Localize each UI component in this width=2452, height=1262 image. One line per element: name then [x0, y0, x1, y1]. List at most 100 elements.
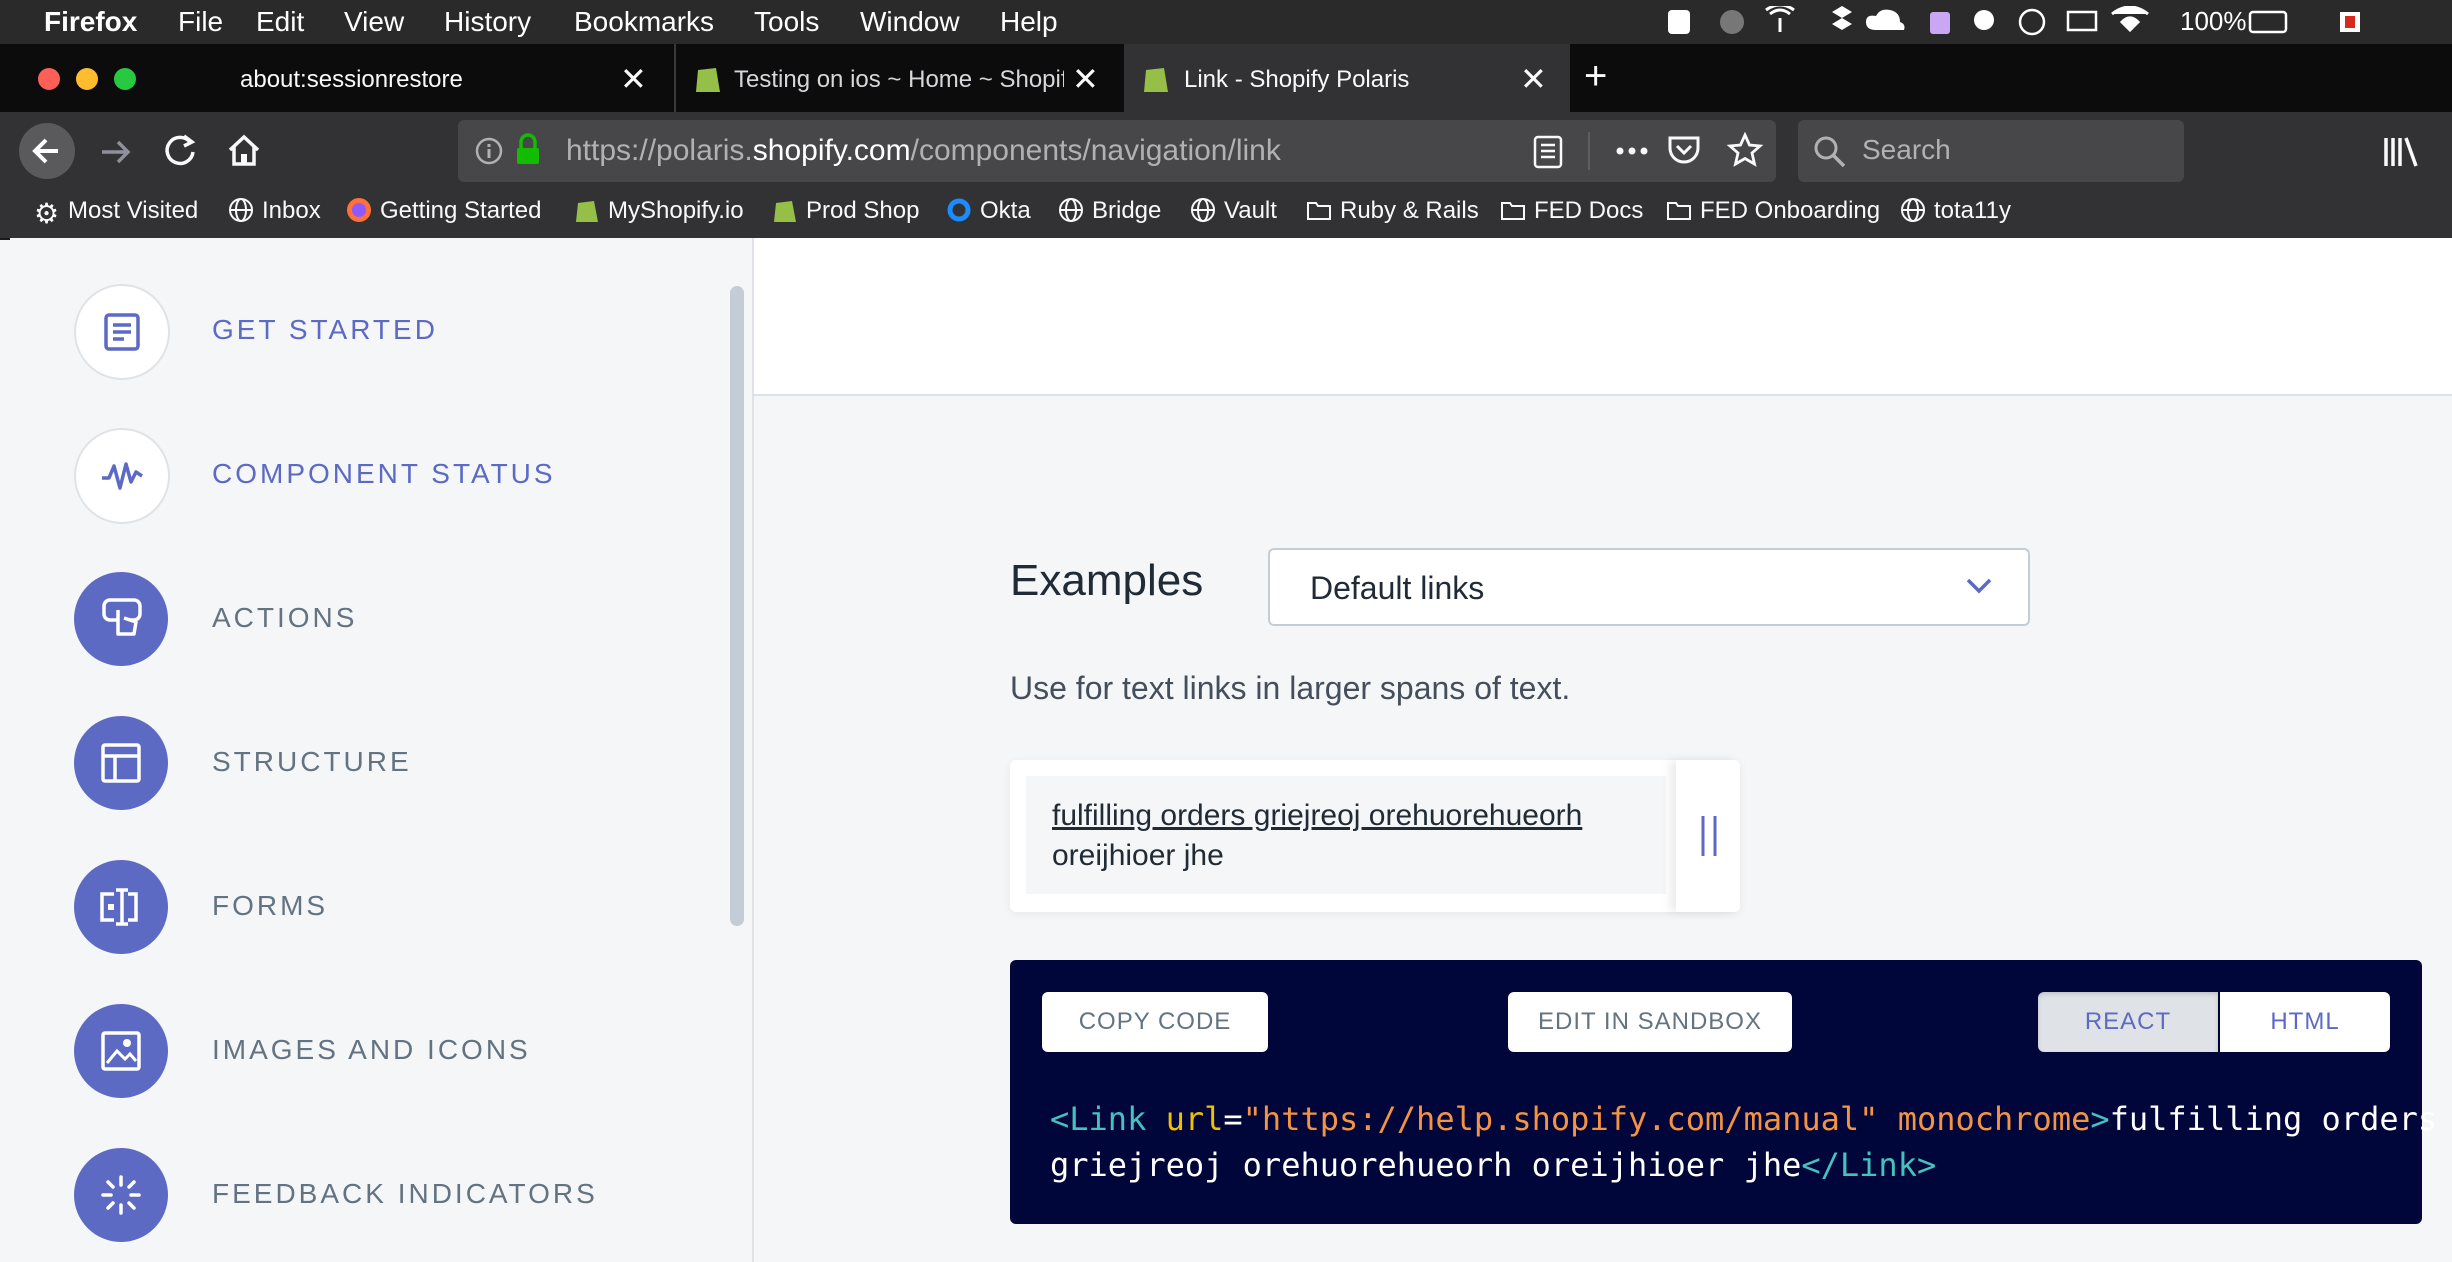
sidebar-item-forms[interactable]: FORMS — [74, 860, 694, 960]
tab-title: about:sessionrestore — [240, 66, 463, 93]
bookmark-label: Bridge — [1092, 197, 1162, 224]
globe-icon — [1191, 198, 1215, 222]
chevron-down-icon — [1966, 578, 1992, 594]
bookmark-inbox[interactable]: Inbox — [228, 197, 321, 225]
close-icon[interactable]: ✕ — [1072, 60, 1099, 98]
window-minimize-button[interactable] — [76, 68, 98, 90]
document-icon — [104, 313, 140, 351]
search-placeholder: Search — [1862, 134, 1951, 165]
menu-app-firefox[interactable]: Firefox — [44, 6, 137, 38]
sidebar-item-actions[interactable]: ACTIONS — [74, 572, 694, 672]
sidebar-item-label: ACTIONS — [212, 602, 358, 633]
bookmark-ruby-rails[interactable]: Ruby & Rails — [1306, 197, 1479, 225]
new-tab-plus-icon[interactable]: + — [1584, 54, 1607, 99]
sidebar-item-label: FEEDBACK INDICATORS — [212, 1178, 598, 1209]
tab-testing-on-ios[interactable]: Testing on ios ~ Home ~ Shopif ✕ — [674, 44, 1124, 112]
react-toggle-button[interactable]: REACT — [2038, 992, 2218, 1052]
tab-title: Link - Shopify Polaris — [1184, 66, 1410, 93]
bookmark-most-visited[interactable]: ⚙ Most Visited — [34, 197, 198, 228]
shopify-icon — [696, 68, 720, 92]
info-icon[interactable] — [474, 136, 504, 166]
reader-view-icon[interactable] — [1532, 134, 1564, 170]
bookmark-label: FED Docs — [1534, 197, 1644, 224]
sidebar-item-feedback-indicators[interactable]: FEEDBACK INDICATORS — [74, 1148, 694, 1248]
tab-strip: about:sessionrestore ✕ Testing on ios ~ … — [0, 44, 2452, 112]
examples-select[interactable]: Default links — [1268, 548, 2030, 626]
bookmark-bridge[interactable]: Bridge — [1058, 197, 1161, 225]
menu-history[interactable]: History — [444, 6, 531, 38]
bookmark-label: Ruby & Rails — [1340, 197, 1479, 224]
bookmark-tota11y[interactable]: tota11y — [1900, 197, 2011, 225]
close-icon[interactable]: ✕ — [620, 60, 647, 98]
text-input-icon — [100, 888, 138, 926]
preview-text: fulfilling orders griejreoj orehuorehueo… — [1052, 796, 1652, 876]
evernote-icon — [1974, 10, 1994, 30]
menu-file[interactable]: File — [178, 6, 223, 38]
sidebar-item-images-and-icons[interactable]: IMAGES AND ICONS — [74, 1004, 694, 1104]
menu-bookmarks[interactable]: Bookmarks — [574, 6, 714, 38]
page-actions-icon[interactable] — [1612, 136, 1652, 166]
copy-code-button[interactable]: COPY CODE — [1042, 992, 1268, 1052]
tab-session-restore[interactable]: about:sessionrestore ✕ — [220, 44, 672, 112]
reload-button[interactable] — [160, 130, 200, 170]
html-toggle-button[interactable]: HTML — [2220, 992, 2390, 1052]
code-tag-close: </Link> — [1801, 1146, 1937, 1184]
home-button[interactable] — [224, 130, 264, 170]
bookmark-label: Prod Shop — [806, 197, 920, 224]
bag-icon — [1930, 12, 1950, 34]
bookmark-label: tota11y — [1934, 197, 2011, 224]
code-bracket: > — [2090, 1100, 2110, 1138]
macos-menu-bar: Firefox File Edit View History Bookmarks… — [0, 0, 2452, 44]
tab-link-shopify-polaris[interactable]: Link - Shopify Polaris ✕ — [1124, 44, 1570, 112]
bookmark-fed-docs[interactable]: FED Docs — [1500, 197, 1643, 225]
back-button[interactable] — [18, 122, 76, 180]
bookmark-label: Okta — [980, 197, 1031, 224]
menu-window[interactable]: Window — [860, 6, 960, 38]
sidebar-scrollbar-thumb[interactable] — [730, 286, 744, 926]
spinner-icon — [101, 1175, 141, 1215]
lock-icon[interactable] — [514, 132, 542, 166]
bookmark-star-icon[interactable] — [1726, 132, 1764, 168]
menu-help[interactable]: Help — [1000, 6, 1058, 38]
structure-icon-circle — [74, 716, 168, 810]
sidebar-item-component-status[interactable]: COMPONENT STATUS — [74, 428, 694, 528]
shopify-icon — [576, 201, 598, 222]
forward-button[interactable] — [96, 132, 136, 172]
forms-icon-circle — [74, 860, 168, 954]
search-bar[interactable]: Search — [1798, 120, 2184, 182]
menu-view[interactable]: View — [344, 6, 404, 38]
sidebar-item-label: STRUCTURE — [212, 746, 412, 777]
bookmark-fed-onboarding[interactable]: FED Onboarding — [1666, 197, 1880, 225]
url-text[interactable]: https://polaris.shopify.com/components/n… — [566, 134, 1281, 168]
bookmark-vault[interactable]: Vault — [1190, 197, 1277, 225]
bookmark-getting-started[interactable]: Getting Started — [346, 197, 541, 225]
code-attr-monochrome: monochrome — [1897, 1100, 2091, 1138]
preview-resize-handle[interactable] — [1676, 760, 1740, 912]
sidebar-item-get-started[interactable]: GET STARTED — [74, 284, 694, 384]
preview-link[interactable]: fulfilling orders griejreoj orehuorehueo… — [1052, 799, 1582, 832]
dropbox-icon — [1832, 6, 1852, 30]
bookmark-label: Getting Started — [380, 197, 542, 224]
sidebar-item-structure[interactable]: STRUCTURE — [74, 716, 694, 816]
bookmark-okta[interactable]: Okta — [946, 197, 1031, 225]
wifi-icon — [2111, 6, 2149, 33]
window-close-button[interactable] — [38, 68, 60, 90]
edit-in-sandbox-button[interactable]: EDIT IN SANDBOX — [1508, 992, 1792, 1052]
window-zoom-button[interactable] — [114, 68, 136, 90]
bookmark-label: Inbox — [262, 197, 321, 224]
pocket-icon[interactable] — [1666, 132, 1702, 168]
close-icon[interactable]: ✕ — [1520, 60, 1547, 98]
bookmark-prod-shop[interactable]: Prod Shop — [772, 197, 919, 225]
code-eq: = — [1223, 1100, 1243, 1138]
bookmark-myshopify[interactable]: MyShopify.io — [574, 197, 744, 225]
component-status-icon-circle — [74, 428, 170, 524]
url-divider — [1588, 132, 1590, 170]
firefox-icon — [347, 198, 371, 222]
url-domain: shopify.com — [752, 134, 911, 167]
menu-tools[interactable]: Tools — [754, 6, 819, 38]
example-preview-content: fulfilling orders griejreoj orehuorehueo… — [1026, 776, 1666, 894]
library-button[interactable] — [2380, 132, 2420, 172]
menu-edit[interactable]: Edit — [256, 6, 304, 38]
url-bar[interactable]: https://polaris.shopify.com/components/n… — [458, 120, 1776, 182]
sidebar-item-label: IMAGES AND ICONS — [212, 1034, 531, 1065]
